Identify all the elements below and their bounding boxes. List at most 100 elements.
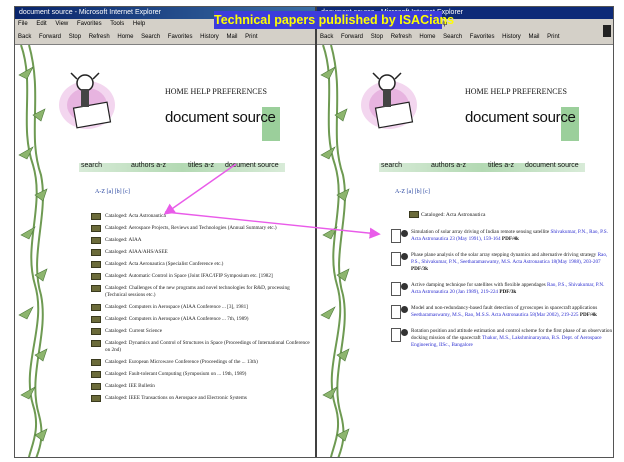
camera-icon — [401, 253, 408, 260]
list-item[interactable]: Cataloged: Automatic Control in Space (J… — [91, 273, 311, 280]
book-icon — [91, 213, 101, 220]
book-icon — [91, 395, 101, 402]
vine-decoration — [320, 45, 350, 457]
document-icon — [391, 229, 401, 243]
list-item[interactable]: Cataloged: Challenges of the new program… — [91, 285, 311, 299]
menu-view[interactable]: View — [55, 21, 68, 27]
mail-button[interactable]: Mail — [528, 34, 539, 40]
favorites-button[interactable]: Favorites — [470, 34, 495, 40]
document-list: Simulation of solar array driving of Ind… — [391, 229, 613, 358]
menu-tools[interactable]: Tools — [110, 21, 124, 27]
az-links[interactable]: [a] [b] [c] — [407, 189, 430, 195]
book-icon — [91, 371, 101, 378]
book-icon — [91, 316, 101, 323]
az-index: A-Z [a] [b] [c] — [395, 189, 430, 195]
catalog-list: Cataloged: Acta Astronautica Cataloged: … — [91, 213, 311, 407]
document-icon — [391, 328, 401, 342]
list-item[interactable]: Cataloged: IEEE Transactions on Aerospac… — [91, 395, 311, 402]
page-title: document source — [165, 109, 276, 126]
document-item[interactable]: Model and non-redundancy-based fault det… — [391, 305, 613, 319]
stop-button[interactable]: Stop — [69, 34, 81, 40]
history-button[interactable]: History — [200, 34, 219, 40]
home-button[interactable]: Home — [117, 34, 133, 40]
left-browser-window: document source - Microsoft Internet Exp… — [15, 7, 317, 457]
nav-titles[interactable]: titles a-z — [488, 162, 514, 169]
list-item[interactable]: Cataloged: European Microwave Conference… — [91, 359, 311, 366]
forward-button[interactable]: Forward — [341, 34, 363, 40]
refresh-button[interactable]: Refresh — [89, 34, 110, 40]
home-button[interactable]: Home — [419, 34, 435, 40]
book-icon — [91, 249, 101, 256]
left-toolbar: Back Forward Stop Refresh Home Search Fa… — [15, 30, 315, 45]
mail-button[interactable]: Mail — [226, 34, 237, 40]
az-index: A-Z [a] [b] [c] — [95, 189, 130, 195]
list-item[interactable]: Cataloged: IEE Bulletin — [91, 383, 311, 390]
book-icon — [91, 273, 101, 280]
camera-icon — [401, 230, 408, 237]
list-item[interactable]: Cataloged: AIAA — [91, 237, 311, 244]
vine-decoration — [18, 45, 48, 457]
list-item[interactable]: Cataloged: AIAA/AHS/ASEE — [91, 249, 311, 256]
screenshot-frame: document source - Microsoft Internet Exp… — [14, 6, 614, 458]
az-label: A-Z — [395, 189, 405, 195]
search-button[interactable]: Search — [141, 34, 160, 40]
nav-authors[interactable]: authors a-z — [131, 162, 166, 169]
camera-icon — [401, 329, 408, 336]
header-links[interactable]: HOME HELP PREFERENCES — [165, 87, 267, 96]
refresh-button[interactable]: Refresh — [391, 34, 412, 40]
document-source-logo-icon — [59, 72, 115, 129]
document-item[interactable]: Simulation of solar array driving of Ind… — [391, 229, 613, 243]
book-icon — [91, 328, 101, 335]
page-title: document source — [465, 109, 576, 126]
document-item[interactable]: Rotation position and attitude estimatio… — [391, 328, 613, 349]
nav-search[interactable]: search — [81, 162, 102, 169]
search-button[interactable]: Search — [443, 34, 462, 40]
header-links[interactable]: HOME HELP PREFERENCES — [465, 87, 567, 96]
book-icon — [91, 304, 101, 311]
nav-authors[interactable]: authors a-z — [431, 162, 466, 169]
back-button[interactable]: Back — [320, 34, 333, 40]
az-links[interactable]: [a] [b] [c] — [107, 189, 130, 195]
book-icon — [91, 261, 101, 268]
history-button[interactable]: History — [502, 34, 521, 40]
stop-button[interactable]: Stop — [371, 34, 383, 40]
book-icon — [91, 285, 101, 292]
list-item[interactable]: Cataloged: Dynamics and Control of Struc… — [91, 340, 311, 354]
back-button[interactable]: Back — [18, 34, 31, 40]
list-item[interactable]: Cataloged: Aerospace Projects, Reviews a… — [91, 225, 311, 232]
forward-button[interactable]: Forward — [39, 34, 61, 40]
nav-document-source[interactable]: document source — [225, 162, 279, 169]
list-item[interactable]: Cataloged: Computers in Aerospace (AIAA … — [91, 304, 311, 311]
right-browser-window: document source - Microsoft Internet Exp… — [317, 7, 613, 457]
favorites-button[interactable]: Favorites — [168, 34, 193, 40]
book-icon — [91, 225, 101, 232]
book-icon — [91, 340, 101, 347]
print-button[interactable]: Print — [547, 34, 559, 40]
menu-file[interactable]: File — [18, 21, 28, 27]
print-button[interactable]: Print — [245, 34, 257, 40]
list-item[interactable]: Cataloged: Acta Astronautica — [91, 213, 311, 220]
nav-titles[interactable]: titles a-z — [188, 162, 214, 169]
document-item[interactable]: Active damping technique for satellites … — [391, 282, 613, 296]
document-icon — [391, 305, 401, 319]
menu-edit[interactable]: Edit — [36, 21, 46, 27]
book-icon — [91, 237, 101, 244]
list-item[interactable]: Cataloged: Current Science — [91, 328, 311, 335]
camera-icon — [401, 306, 408, 313]
nav-search[interactable]: search — [381, 162, 402, 169]
document-icon — [391, 252, 401, 266]
book-icon — [91, 359, 101, 366]
az-label: A-Z — [95, 189, 105, 195]
nav-document-source[interactable]: document source — [525, 162, 579, 169]
document-source-logo-icon — [361, 72, 417, 129]
menu-favorites[interactable]: Favorites — [77, 21, 102, 27]
menu-help[interactable]: Help — [133, 21, 145, 27]
section-title: Cataloged: Acta Astronautica — [409, 211, 485, 218]
document-item[interactable]: Phase plane analysis of the solar array … — [391, 252, 613, 273]
left-page-content: HOME HELP PREFERENCES document source se… — [15, 45, 315, 457]
list-item[interactable]: Cataloged: Fault-tolerant Computing (Sym… — [91, 371, 311, 378]
list-item[interactable]: Cataloged: Computers in Aerospace (AIAA … — [91, 316, 311, 323]
list-item[interactable]: Cataloged: Acta Aeronautica (Specialist … — [91, 261, 311, 268]
slide-title-banner: Technical papers published by ISACians — [214, 11, 455, 29]
book-icon — [91, 383, 101, 390]
